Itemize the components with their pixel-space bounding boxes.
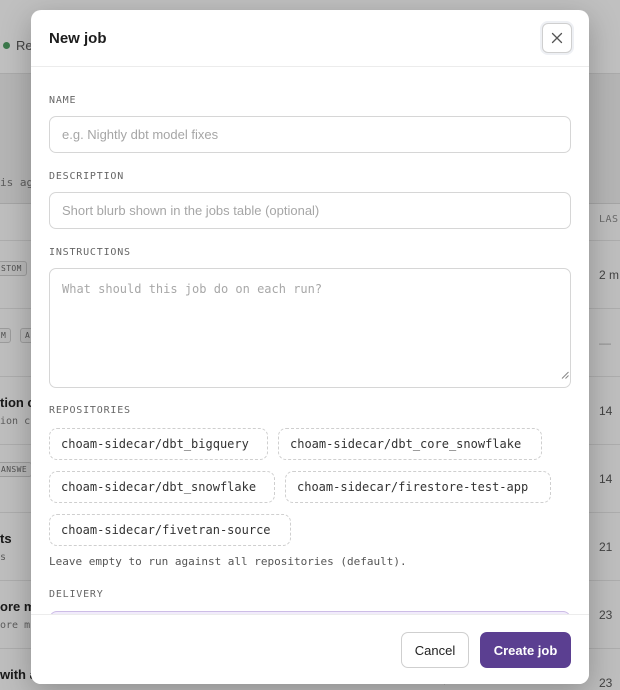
modal-body[interactable]: NAME DESCRIPTION INSTRUCTIONS REPOSITORI…: [31, 68, 589, 614]
cancel-button[interactable]: Cancel: [401, 632, 469, 668]
instructions-textarea[interactable]: [49, 268, 571, 388]
repositories-hint: Leave empty to run against all repositor…: [49, 555, 407, 568]
description-label: DESCRIPTION: [49, 171, 125, 182]
name-label: NAME: [49, 95, 77, 106]
repositories-label: REPOSITORIES: [49, 405, 131, 416]
repo-chip-dbt-core-snowflake[interactable]: choam-sidecar/dbt_core_snowflake: [278, 428, 542, 460]
modal-title: New job: [49, 30, 107, 47]
repo-chip-firestore-test-app[interactable]: choam-sidecar/firestore-test-app: [285, 471, 551, 503]
resize-handle-icon[interactable]: [561, 371, 569, 379]
modal-footer: Cancel Create job: [31, 614, 589, 684]
repo-chip-fivetran-source[interactable]: choam-sidecar/fivetran-source: [49, 514, 291, 546]
description-input[interactable]: [49, 192, 571, 229]
delivery-label: DELIVERY: [49, 589, 104, 600]
name-input[interactable]: [49, 116, 571, 153]
new-job-modal: New job NAME DESCRIPTION INSTRUCTIONS RE…: [31, 10, 589, 684]
repo-chip-dbt-snowflake[interactable]: choam-sidecar/dbt_snowflake: [49, 471, 275, 503]
create-job-button[interactable]: Create job: [480, 632, 571, 668]
close-icon: [551, 32, 563, 44]
repo-chip-dbt-bigquery[interactable]: choam-sidecar/dbt_bigquery: [49, 428, 268, 460]
close-button[interactable]: [542, 23, 572, 53]
modal-header: New job: [31, 10, 589, 67]
instructions-label: INSTRUCTIONS: [49, 247, 131, 258]
